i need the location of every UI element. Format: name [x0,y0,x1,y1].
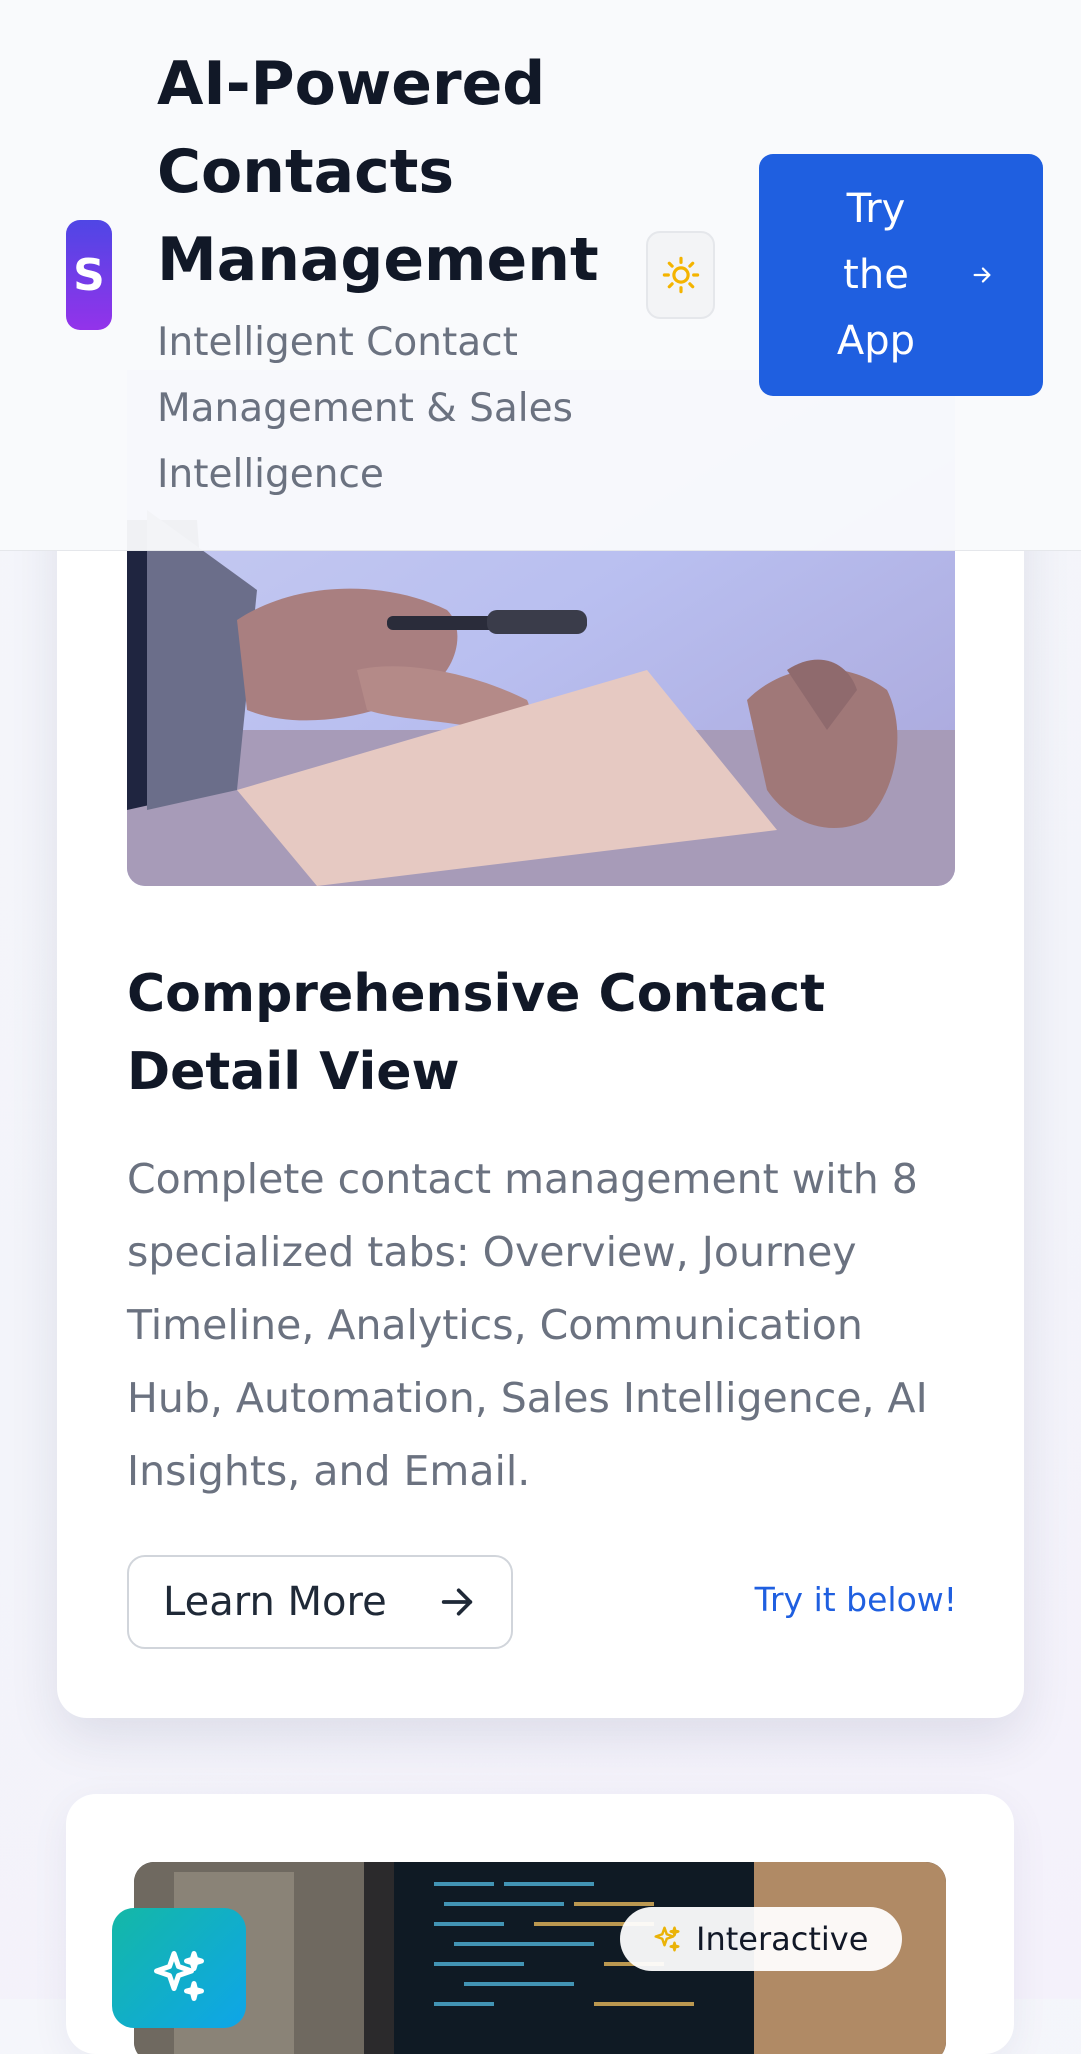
sparkles-icon [652,1924,682,1954]
app-subtitle: Intelligent Contact Management & Sales I… [157,320,573,497]
app-header: S AI-Powered Contacts Management Intelli… [0,0,1081,551]
learn-more-button[interactable]: Learn More [127,1555,513,1649]
learn-more-label: Learn More [163,1579,387,1625]
interactive-label: Interactive [696,1920,869,1958]
feature-description: Complete contact management with 8 speci… [127,1155,928,1495]
sparkles-badge [112,1908,246,2028]
app-logo[interactable]: S [66,220,112,330]
try-it-below-link[interactable]: Try it below! [755,1580,957,1619]
arrow-right-icon [971,264,993,286]
feature-title: Comprehensive Contact Detail View [127,964,826,1102]
sun-icon [662,256,700,294]
try-app-label: Try the App [836,186,916,364]
arrow-right-icon [437,1582,477,1622]
sparkles-icon [149,1946,209,2006]
logo-letter: S [73,249,105,301]
feature-card: Comprehensive Contact Detail View Comple… [57,370,1024,1718]
interactive-badge: Interactive [620,1907,902,1971]
app-title: AI-Powered Contacts Management [157,49,599,295]
try-the-app-button[interactable]: Try the App [759,154,1043,396]
theme-toggle-button[interactable] [646,231,715,319]
